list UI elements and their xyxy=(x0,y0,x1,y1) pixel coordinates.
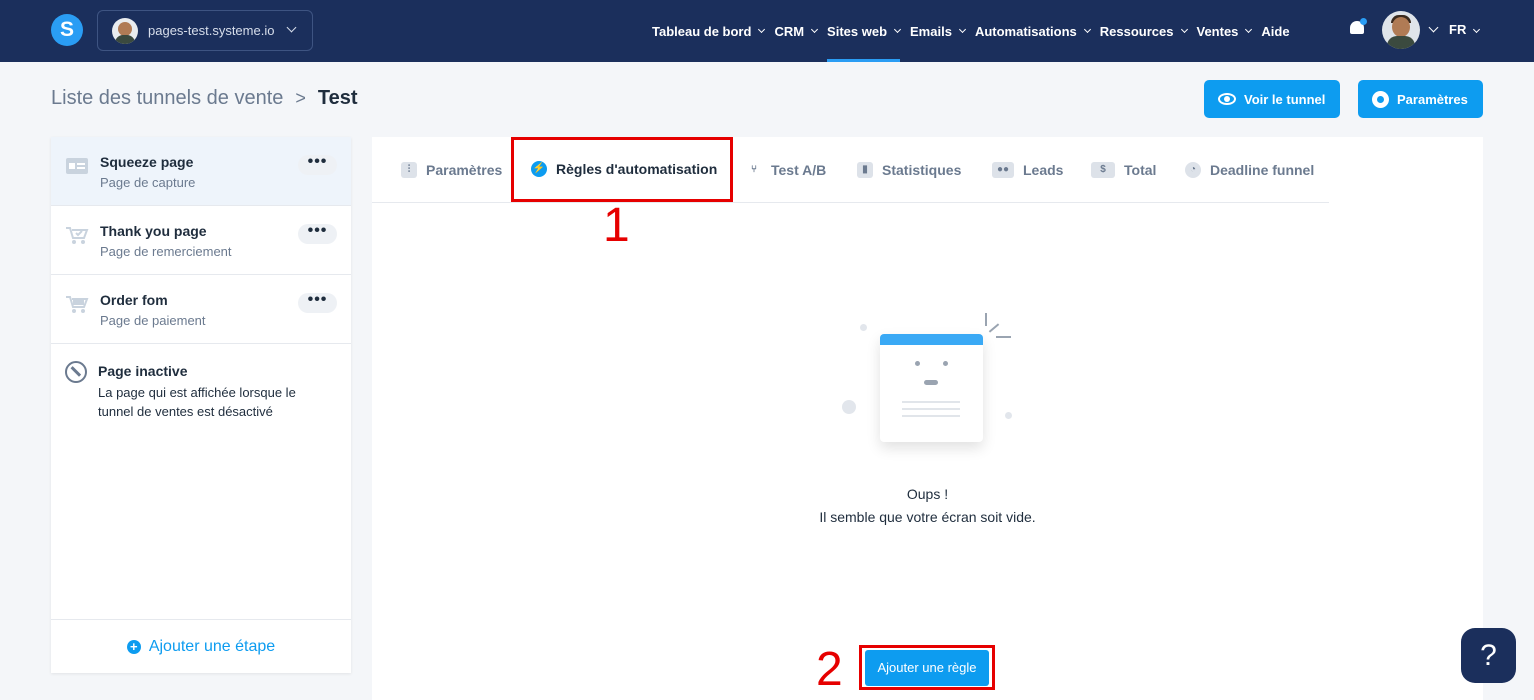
inactive-page-item[interactable]: Page inactive La page qui est affichée l… xyxy=(51,349,351,429)
inactive-description: La page qui est affichée lorsque le tunn… xyxy=(98,385,296,419)
dollar-icon: $ xyxy=(1091,162,1115,178)
cart-check-icon xyxy=(66,227,89,244)
nav-aide[interactable]: Aide xyxy=(1261,0,1289,62)
step-order-form[interactable]: Order fom Page de paiement ••• xyxy=(51,275,351,344)
bell-icon[interactable] xyxy=(1349,18,1367,37)
cart-icon xyxy=(66,296,89,313)
gear-icon xyxy=(1372,90,1389,108)
nav-automatisations[interactable]: Automatisations xyxy=(975,0,1091,62)
nav-crm[interactable]: CRM xyxy=(774,0,819,62)
prohibited-icon xyxy=(65,361,87,383)
chevron-down-icon[interactable] xyxy=(1428,22,1439,33)
empty-state-subtitle: Il semble que votre écran soit vide. xyxy=(819,509,1036,525)
notification-dot xyxy=(1360,18,1367,25)
chevron-down-icon xyxy=(758,25,766,33)
step-subtitle: Page de remerciement xyxy=(100,244,232,259)
top-navbar: S pages-test.systeme.io Tableau de bord … xyxy=(0,0,1534,62)
split-icon: ⑂ xyxy=(751,164,757,175)
nav-ressources[interactable]: Ressources xyxy=(1100,0,1188,62)
main-nav: Tableau de bord CRM Sites web Emails Aut… xyxy=(652,0,1300,62)
empty-state-title: Oups ! xyxy=(906,486,949,502)
nav-sites-web[interactable]: Sites web xyxy=(827,0,902,62)
stats-icon: ▮ xyxy=(857,162,873,178)
step-title: Thank you page xyxy=(100,223,207,239)
tab-leads[interactable]: ●● Leads xyxy=(992,162,1063,178)
add-rule-button[interactable]: Ajouter une règle xyxy=(865,650,989,686)
systeme-logo[interactable]: S xyxy=(51,14,83,46)
step-squeeze-page[interactable]: Squeeze page Page de capture ••• xyxy=(51,137,351,206)
chevron-down-icon xyxy=(287,22,297,33)
site-selector[interactable]: pages-test.systeme.io xyxy=(97,10,313,51)
annotation-number-2: 2 xyxy=(816,643,843,696)
tab-total[interactable]: $ Total xyxy=(1091,162,1156,178)
chevron-down-icon xyxy=(1083,25,1091,33)
language-selector[interactable]: FR xyxy=(1449,22,1481,37)
annotation-number-1: 1 xyxy=(603,199,630,252)
squeeze-page-icon xyxy=(66,158,88,174)
inactive-title: Page inactive xyxy=(98,363,188,379)
site-name: pages-test.systeme.io xyxy=(148,23,275,38)
users-icon: ●● xyxy=(992,162,1014,178)
step-title: Squeeze page xyxy=(100,154,194,170)
funnel-steps-sidebar: Squeeze page Page de capture ••• Thank y… xyxy=(51,137,351,673)
tab-parametres[interactable]: ⫶ Paramètres xyxy=(401,162,502,178)
tab-test-ab[interactable]: ⑂ Test A/B xyxy=(746,162,826,178)
chevron-down-icon xyxy=(893,25,902,33)
tab-deadline-funnel[interactable]: ◔ Deadline funnel xyxy=(1185,162,1314,178)
settings-button[interactable]: Paramètres xyxy=(1358,80,1483,118)
chevron-down-icon xyxy=(1180,25,1188,33)
step-subtitle: Page de capture xyxy=(100,175,196,190)
step-thank-you-page[interactable]: Thank you page Page de remerciement ••• xyxy=(51,206,351,275)
plus-circle-icon: + xyxy=(126,639,141,654)
nav-emails[interactable]: Emails xyxy=(910,0,966,62)
help-button[interactable]: ? xyxy=(1461,628,1516,683)
add-step-button[interactable]: + Ajouter une étape xyxy=(51,619,351,673)
tab-statistiques[interactable]: ▮ Statistiques xyxy=(857,162,961,178)
breadcrumb-root-link[interactable]: Liste des tunnels de vente xyxy=(51,87,283,110)
step-title: Order fom xyxy=(100,292,168,308)
sliders-icon: ⫶ xyxy=(401,162,417,178)
step-menu-button[interactable]: ••• xyxy=(298,154,337,175)
chevron-down-icon xyxy=(811,25,819,33)
empty-state-illustration xyxy=(838,310,1028,460)
breadcrumb: Liste des tunnels de vente > Test xyxy=(51,87,358,110)
nav-tableau-de-bord[interactable]: Tableau de bord xyxy=(652,0,766,62)
chevron-down-icon xyxy=(1245,25,1253,33)
annotation-box-1 xyxy=(511,137,733,202)
eye-icon xyxy=(1218,93,1236,105)
chevron-down-icon xyxy=(958,25,966,33)
chevron-down-icon xyxy=(1473,25,1481,34)
clock-icon: ◔ xyxy=(1185,162,1201,178)
user-avatar[interactable] xyxy=(1382,11,1420,49)
step-menu-button[interactable]: ••• xyxy=(298,223,337,244)
step-menu-button[interactable]: ••• xyxy=(298,292,337,313)
page-title: Test xyxy=(317,87,358,109)
nav-ventes[interactable]: Ventes xyxy=(1197,0,1253,62)
view-funnel-button[interactable]: Voir le tunnel xyxy=(1204,80,1340,118)
step-subtitle: Page de paiement xyxy=(100,313,206,328)
breadcrumb-separator: > xyxy=(295,88,306,108)
site-avatar xyxy=(112,17,138,44)
